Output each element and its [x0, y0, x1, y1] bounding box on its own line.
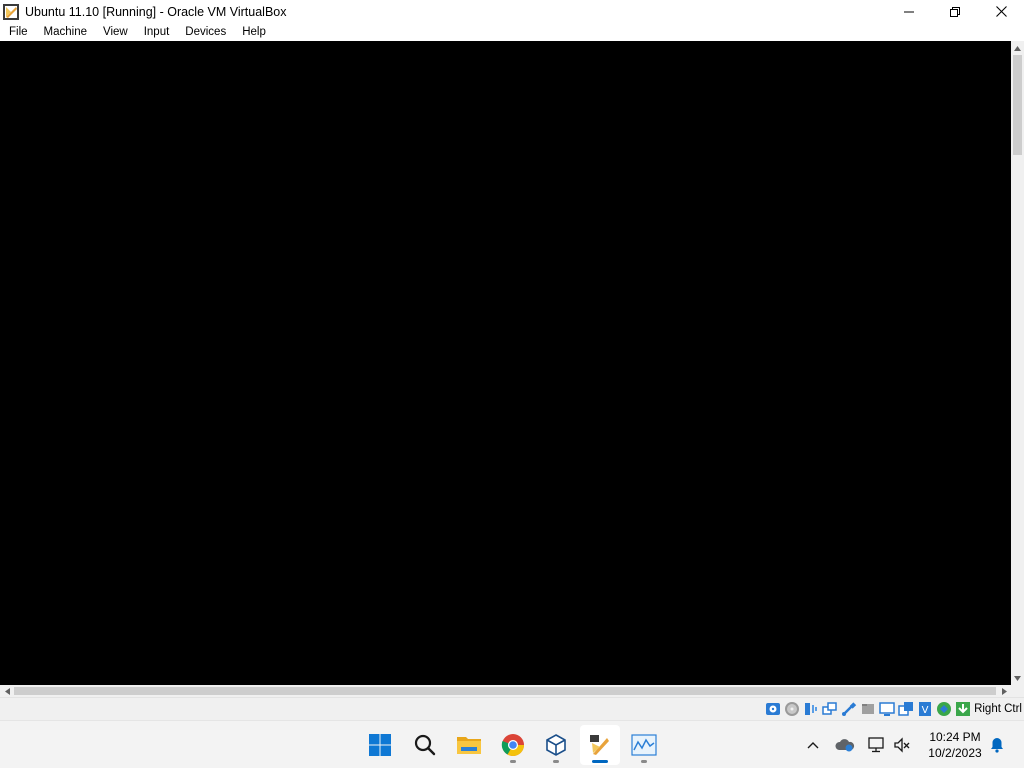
clock-date: 10/2/2023 — [928, 746, 982, 760]
host-key-label[interactable]: Right Ctrl — [974, 703, 1022, 715]
scroll-right-button[interactable] — [997, 685, 1011, 697]
menu-view[interactable]: View — [94, 23, 135, 41]
clock-time: 10:24 PM — [929, 730, 981, 744]
status-bar: V Right Ctrl — [0, 697, 1024, 720]
vm-display[interactable] — [0, 41, 1011, 685]
close-icon — [995, 6, 1007, 17]
chrome-button[interactable] — [493, 725, 533, 765]
mouse-integration-icon[interactable] — [936, 701, 952, 717]
start-button[interactable] — [360, 725, 400, 765]
speaker-muted-icon — [894, 737, 910, 753]
file-explorer-button[interactable] — [449, 725, 489, 765]
menu-machine[interactable]: Machine — [35, 23, 94, 41]
horizontal-scroll-thumb[interactable] — [14, 687, 996, 695]
scroll-left-button[interactable] — [0, 685, 14, 697]
window-title: Ubuntu 11.10 [Running] - Oracle VM Virtu… — [25, 4, 287, 19]
folder-icon — [457, 737, 481, 754]
menu-bar: File Machine View Input Devices Help — [0, 23, 1024, 41]
vertical-scrollbar[interactable] — [1011, 41, 1024, 685]
network-tray-button[interactable] — [865, 721, 889, 768]
cloud-icon — [835, 739, 855, 752]
chrome-icon — [501, 734, 524, 756]
display-icon[interactable] — [879, 701, 895, 717]
arrow-right-icon — [1001, 687, 1007, 695]
scroll-corner — [1011, 685, 1024, 697]
title-bar: Ubuntu 11.10 [Running] - Oracle VM Virtu… — [0, 0, 1024, 23]
show-hidden-icons-button[interactable] — [802, 721, 824, 768]
taskbar: 10:24 PM 10/2/2023 — [0, 720, 1024, 768]
menu-input[interactable]: Input — [135, 23, 177, 41]
volume-tray-button[interactable] — [890, 721, 914, 768]
audio-icon[interactable] — [803, 701, 819, 717]
vertical-scroll-thumb[interactable] — [1013, 55, 1022, 155]
network-icon[interactable] — [822, 701, 838, 717]
task-manager-icon — [631, 734, 657, 756]
windows-logo-icon — [369, 734, 391, 756]
running-indicator — [553, 760, 559, 763]
task-manager-button[interactable] — [624, 725, 664, 765]
chevron-up-icon — [807, 742, 819, 749]
virtualization-icon[interactable]: V — [917, 701, 933, 717]
svg-text:V: V — [922, 705, 929, 716]
active-indicator — [592, 760, 608, 763]
search-icon — [414, 734, 436, 756]
menu-file[interactable]: File — [0, 23, 35, 41]
optical-disk-icon[interactable] — [784, 701, 800, 717]
maximize-button[interactable] — [932, 0, 978, 23]
menu-help[interactable]: Help — [233, 23, 273, 41]
virtualbox-vm-icon[interactable] — [2, 3, 20, 21]
search-button[interactable] — [405, 725, 445, 765]
hard-disk-icon[interactable] — [765, 701, 781, 717]
menu-devices[interactable]: Devices — [176, 23, 233, 41]
keyboard-icon[interactable] — [955, 701, 971, 717]
virtualbox-cube-icon — [546, 734, 566, 756]
scroll-down-button[interactable] — [1011, 671, 1024, 685]
arrow-left-icon — [4, 687, 10, 695]
close-button[interactable] — [978, 0, 1024, 23]
scroll-up-button[interactable] — [1011, 41, 1024, 55]
bell-icon — [991, 738, 1003, 753]
restore-icon — [950, 6, 960, 17]
arrow-down-icon — [1014, 675, 1021, 681]
running-indicator — [641, 760, 647, 763]
virtualbox-vm-button[interactable] — [580, 725, 620, 765]
notifications-button[interactable] — [986, 721, 1008, 768]
arrow-up-icon — [1014, 45, 1021, 51]
network-disconnected-icon — [868, 737, 884, 753]
onedrive-tray-button[interactable] — [833, 721, 857, 768]
usb-icon[interactable] — [841, 701, 857, 717]
shared-folders-icon[interactable] — [860, 701, 876, 717]
virtualbox-vm-icon — [590, 735, 609, 755]
running-indicator — [510, 760, 516, 763]
minimize-icon — [904, 11, 914, 12]
horizontal-scrollbar[interactable] — [0, 685, 1011, 697]
video-capture-icon[interactable] — [898, 701, 914, 717]
clock[interactable]: 10:24 PM 10/2/2023 — [918, 729, 992, 761]
virtualbox-manager-button[interactable] — [536, 725, 576, 765]
minimize-button[interactable] — [886, 0, 932, 23]
